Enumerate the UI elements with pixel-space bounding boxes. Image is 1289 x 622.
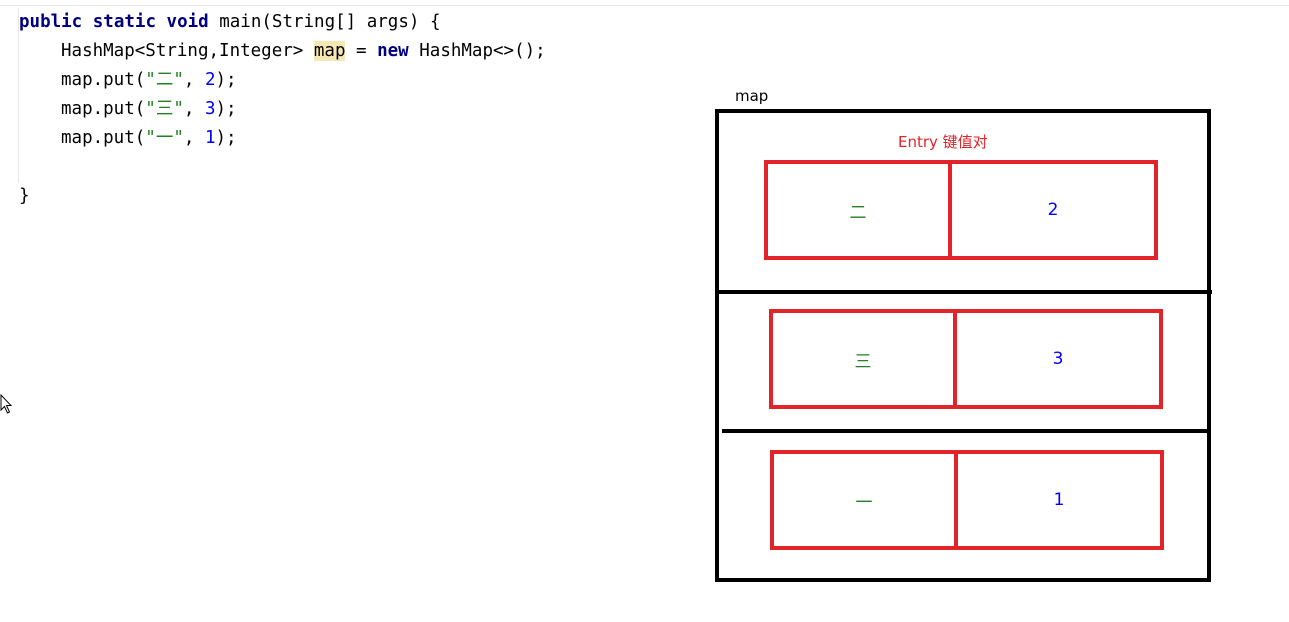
arg-separator: , xyxy=(183,99,205,119)
code-line-3: map.put("二", 2); xyxy=(19,66,546,95)
call-end: ); xyxy=(215,99,237,119)
entry-2: 三 3 xyxy=(769,309,1163,409)
put-call: map.put( xyxy=(61,128,146,148)
constructor-call: HashMap<>(); xyxy=(419,41,546,61)
keyword-static: static xyxy=(92,12,156,32)
assign-op: = xyxy=(345,41,378,61)
string-literal: "三" xyxy=(145,99,184,119)
closing-brace: } xyxy=(19,186,30,206)
bucket-separator-1 xyxy=(717,290,1212,294)
put-call: map.put( xyxy=(61,70,146,90)
variable-map-highlighted: map xyxy=(313,41,346,61)
call-end: ); xyxy=(215,128,237,148)
map-label: map xyxy=(735,87,769,105)
number-literal: 3 xyxy=(204,99,216,119)
keyword-void: void xyxy=(166,12,209,32)
entry-value: 1 xyxy=(1053,490,1065,510)
method-signature: main(String[] args) { xyxy=(219,12,441,32)
entry-key: 三 xyxy=(854,351,872,372)
number-literal: 1 xyxy=(204,128,216,148)
number-literal: 2 xyxy=(204,70,216,90)
string-literal: "一" xyxy=(145,128,184,148)
entry-value: 2 xyxy=(1047,200,1059,220)
call-end: ); xyxy=(215,70,237,90)
code-editor[interactable]: public static void main(String[] args) {… xyxy=(19,8,546,211)
code-line-1: public static void main(String[] args) { xyxy=(19,8,546,37)
entry-1: 二 2 xyxy=(764,160,1158,260)
arg-separator: , xyxy=(183,128,205,148)
type-declaration: HashMap<String,Integer> xyxy=(61,41,304,61)
put-call: map.put( xyxy=(61,99,146,119)
bucket-separator-2 xyxy=(722,429,1211,433)
entry-value: 3 xyxy=(1052,349,1064,369)
code-line-2: HashMap<String,Integer> map = new HashMa… xyxy=(19,37,546,66)
keyword-public: public xyxy=(19,12,83,32)
mouse-cursor-icon xyxy=(0,394,12,414)
editor-top-border xyxy=(0,5,1289,6)
string-literal: "二" xyxy=(145,70,184,90)
code-line-4: map.put("三", 3); xyxy=(19,95,546,124)
keyword-new: new xyxy=(377,41,409,61)
entry-title: Entry 键值对 xyxy=(898,133,988,151)
code-line-5: map.put("一", 1); xyxy=(19,124,546,153)
code-line-7: } xyxy=(19,182,546,211)
arg-separator: , xyxy=(183,70,205,90)
entry-key: 二 xyxy=(849,202,867,223)
entry-3: 一 1 xyxy=(770,450,1164,550)
entry-key: 一 xyxy=(855,492,873,513)
